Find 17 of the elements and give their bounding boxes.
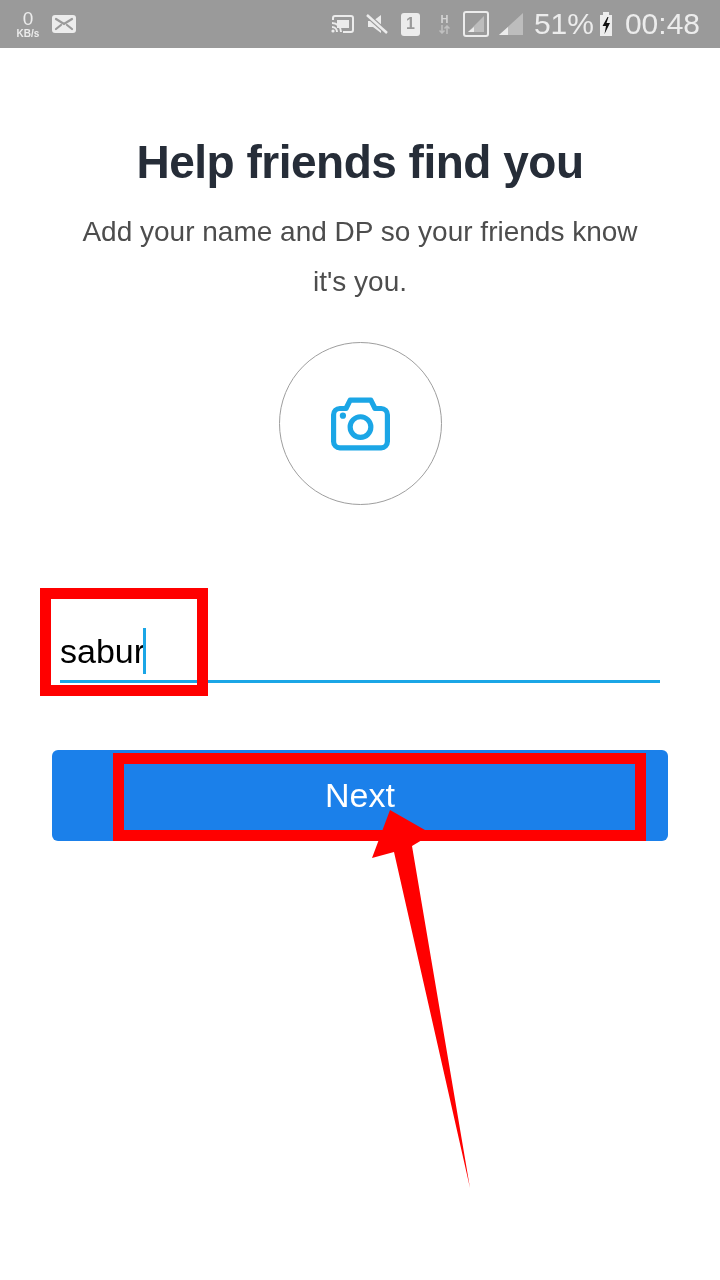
camera-icon bbox=[330, 396, 390, 451]
subtitle: Add your name and DP so your friends know it's you. bbox=[81, 215, 639, 299]
mail-icon bbox=[52, 15, 76, 33]
data-arrows-icon bbox=[438, 25, 450, 34]
network-speed: 0 bbox=[22, 9, 34, 28]
sim-card-badge: 1 bbox=[400, 12, 420, 36]
clock: 00:48 bbox=[624, 9, 700, 39]
signal-icon bbox=[462, 11, 489, 37]
battery-percentage: 51% bbox=[533, 9, 594, 39]
network-type-label: H bbox=[440, 14, 449, 25]
name-input-field[interactable]: sabur bbox=[60, 628, 660, 683]
muted-speaker-icon bbox=[364, 13, 389, 35]
cast-icon bbox=[330, 15, 354, 33]
heading: Help friends find you bbox=[136, 135, 584, 190]
signal-icon bbox=[497, 12, 524, 36]
text-cursor-icon bbox=[143, 628, 147, 674]
speed-unit: KB/s bbox=[16, 27, 40, 39]
